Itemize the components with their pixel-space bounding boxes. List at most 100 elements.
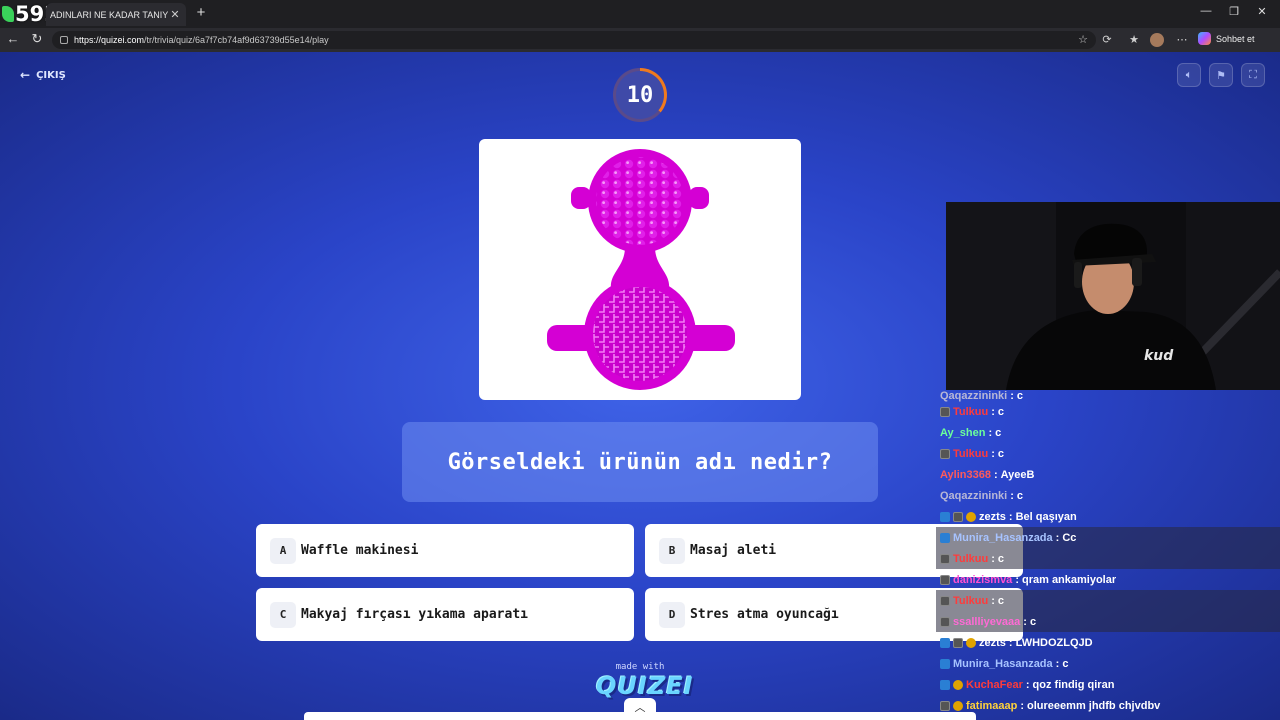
browser-toolbar: ← ↻ https://quizei.com/tr/trivia/quiz/6a… bbox=[0, 28, 1280, 52]
url-text: https://quizei.com/tr/trivia/quiz/6a7f7c… bbox=[74, 35, 329, 45]
chat-username[interactable]: fatimaaap bbox=[966, 700, 1017, 712]
chat-separator: : bbox=[1008, 636, 1013, 649]
chat-separator: : bbox=[1015, 573, 1019, 586]
game-badge-icon bbox=[953, 637, 963, 648]
chat-username[interactable]: Tulkuu bbox=[953, 448, 988, 460]
webcam-overlay: kud bbox=[946, 202, 1280, 390]
chat-text: c bbox=[997, 447, 1005, 460]
bookmark-star-icon[interactable]: ☆ bbox=[1075, 33, 1091, 46]
gold-badge-icon bbox=[966, 511, 976, 522]
chat-separator: : bbox=[991, 405, 995, 418]
chat-separator: : bbox=[991, 552, 995, 565]
stream-chat: Qaqazzininki: c Tulkuu: c Ay_shen: c Tulkuu: c A… bbox=[936, 390, 1280, 720]
address-bar[interactable]: https://quizei.com/tr/trivia/quiz/6a7f7c… bbox=[52, 31, 1096, 49]
gold-badge-icon bbox=[966, 637, 976, 648]
chat-username[interactable]: zezts bbox=[979, 637, 1006, 649]
tab-close-icon[interactable]: ✕ bbox=[168, 8, 182, 21]
fullscreen-icon[interactable]: ⛶ bbox=[1241, 63, 1265, 87]
chat-message: Aylin3368: AyeeB bbox=[936, 464, 1280, 485]
chat-message: Munira_Hasanzada: Cc bbox=[936, 527, 1280, 548]
chat-text: qoz findig qiran bbox=[1032, 678, 1115, 691]
new-tab-button[interactable]: + bbox=[192, 4, 210, 21]
chat-separator: : bbox=[1010, 390, 1014, 402]
chat-username[interactable]: danizismva bbox=[953, 574, 1012, 586]
blue-badge-icon bbox=[940, 637, 950, 648]
streamer-webcam-image: kud bbox=[946, 202, 1280, 390]
browser-tabbar: 592 ADINLARI NE KADAR TANIYORSUN ✕ + — ❐… bbox=[0, 0, 1280, 28]
chat-text: c bbox=[997, 594, 1005, 607]
chat-username[interactable]: KuchaFear bbox=[966, 679, 1023, 691]
chat-separator: : bbox=[1055, 657, 1060, 670]
copilot-button[interactable]: Sohbet et bbox=[1198, 32, 1255, 45]
chat-username[interactable]: Tulkuu bbox=[953, 553, 988, 565]
chat-text: c bbox=[1029, 615, 1037, 628]
answer-a[interactable]: A Waffle makinesi bbox=[256, 524, 634, 577]
answer-letter: C bbox=[270, 601, 296, 628]
game-badge-icon bbox=[940, 406, 950, 417]
back-icon[interactable]: ← bbox=[4, 31, 22, 46]
silicone-brush-cleaner-image bbox=[547, 149, 735, 390]
answer-text: Makyaj fırçası yıkama aparatı bbox=[301, 607, 528, 622]
chat-username[interactable]: Qaqazzininki bbox=[940, 490, 1007, 502]
minimize-button[interactable]: — bbox=[1196, 5, 1216, 17]
chat-username[interactable]: Tulkuu bbox=[953, 406, 988, 418]
flag-icon[interactable]: ⚑ bbox=[1209, 63, 1233, 87]
tab-quiz[interactable]: ADINLARI NE KADAR TANIYORSUN ✕ bbox=[46, 3, 186, 26]
answer-c[interactable]: C Makyaj fırçası yıkama aparatı bbox=[256, 588, 634, 641]
copilot-label: Sohbet et bbox=[1216, 33, 1255, 44]
svg-text:kud: kud bbox=[1144, 348, 1174, 364]
chat-text: Cc bbox=[1062, 531, 1077, 544]
chat-text: AyeeB bbox=[1000, 468, 1035, 481]
chat-username[interactable]: zezts bbox=[979, 511, 1006, 523]
chat-message: danizismva: qram ankamiyolar bbox=[936, 569, 1280, 590]
answer-letter: A bbox=[270, 537, 296, 564]
chat-username[interactable]: Munira_Hasanzada bbox=[953, 532, 1053, 544]
chat-username[interactable]: Aylin3368 bbox=[940, 469, 991, 481]
chat-message: Qaqazzininki: c bbox=[936, 485, 1280, 506]
chat-username[interactable]: Ay_shen bbox=[940, 427, 985, 439]
extensions-icon[interactable]: ⟳ bbox=[1099, 33, 1115, 46]
blue-badge-icon bbox=[940, 679, 950, 690]
answer-letter: D bbox=[659, 601, 685, 628]
chat-message: KuchaFear: qoz findig qiran bbox=[936, 674, 1280, 695]
game-badge-icon bbox=[940, 574, 950, 585]
countdown-timer: 10 bbox=[613, 68, 667, 122]
chat-username[interactable]: Tulkuu bbox=[953, 595, 988, 607]
favorites-icon[interactable]: ★ bbox=[1126, 33, 1142, 46]
quizei-logo[interactable]: QUIZEI bbox=[596, 672, 693, 700]
profile-avatar[interactable] bbox=[1150, 33, 1164, 47]
chat-username[interactable]: ssallliyevaaa bbox=[953, 616, 1020, 628]
made-with-label: made with bbox=[615, 662, 665, 672]
chat-separator: : bbox=[1008, 510, 1013, 523]
game-badge-icon bbox=[940, 595, 950, 606]
chevron-up-icon[interactable]: ︿ bbox=[624, 698, 656, 716]
chat-separator: : bbox=[988, 426, 993, 439]
chat-username[interactable]: Qaqazzininki bbox=[940, 390, 1007, 402]
refresh-icon[interactable]: ↻ bbox=[28, 31, 46, 47]
chat-separator: : bbox=[991, 594, 995, 607]
answer-text: Stres atma oyuncağı bbox=[690, 607, 839, 622]
chat-separator: : bbox=[991, 447, 995, 460]
answer-letter: B bbox=[659, 537, 685, 564]
close-window-button[interactable]: ✕ bbox=[1252, 5, 1272, 18]
exit-button[interactable]: ← ÇIKIŞ bbox=[20, 68, 66, 82]
question-image bbox=[479, 139, 801, 400]
maximize-button[interactable]: ❐ bbox=[1224, 5, 1244, 18]
timer-value: 10 bbox=[616, 71, 664, 119]
chat-message: fatimaaap: olureeemm jhdfb chjvdbv bbox=[936, 695, 1280, 716]
chat-message: zezts: LWHDOZLQJD bbox=[936, 632, 1280, 653]
exit-label: ÇIKIŞ bbox=[36, 69, 66, 81]
question-text: Görseldeki ürünün adı nedir? bbox=[402, 422, 878, 502]
copilot-icon bbox=[1198, 32, 1211, 45]
arrow-left-icon: ← bbox=[20, 68, 31, 82]
chat-message: Tulkuu: c bbox=[936, 590, 1280, 611]
sound-icon[interactable]: 🔈︎ bbox=[1177, 63, 1201, 87]
leaf-icon bbox=[2, 6, 14, 22]
chat-message: Ay_shen: c bbox=[936, 422, 1280, 443]
chat-message: Munira_Hasanzada: c bbox=[936, 653, 1280, 674]
chat-text: c bbox=[1016, 390, 1024, 402]
game-badge-icon bbox=[940, 553, 950, 564]
chat-username[interactable]: Munira_Hasanzada bbox=[953, 658, 1053, 670]
more-menu-icon[interactable]: ⋯ bbox=[1174, 33, 1190, 46]
chat-separator: : bbox=[993, 468, 998, 481]
